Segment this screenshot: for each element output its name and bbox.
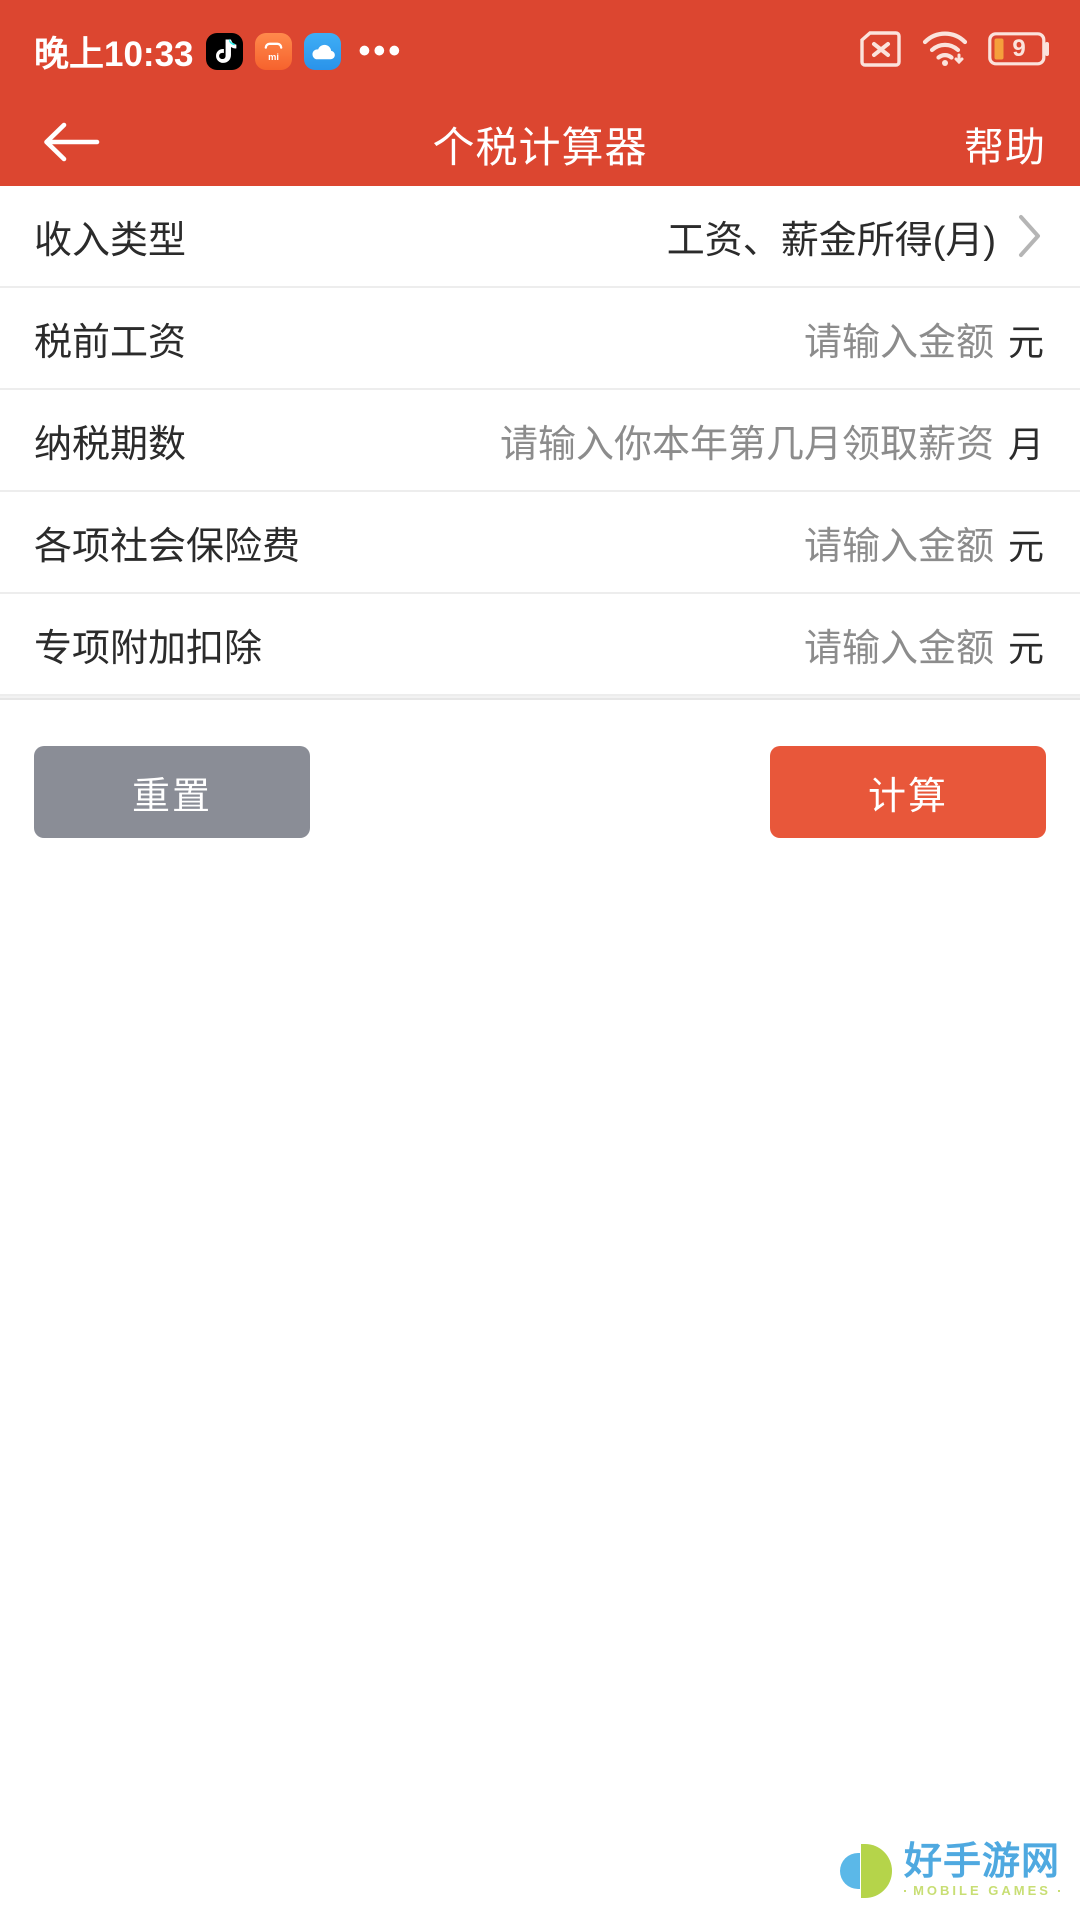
- chevron-right-icon: [1014, 212, 1044, 260]
- svg-text:mi: mi: [268, 51, 279, 61]
- row-value-group: 请输入金额 元: [804, 515, 1044, 570]
- no-sim-icon: [858, 30, 902, 72]
- tax-period-unit: 月: [1007, 423, 1044, 465]
- watermark-rule-left: [903, 1889, 907, 1892]
- row-value-group: 工资、薪金所得(月): [667, 209, 996, 264]
- site-watermark: 好手游网 MOBILE GAMES: [839, 1841, 1061, 1898]
- row-value-group: 请输入金额 元: [804, 311, 1044, 366]
- app-header: 晚上10:33 mi ••• 9 个税计算器 帮助: [0, 0, 1080, 186]
- form-row-income-type[interactable]: 收入类型 工资、薪金所得(月): [0, 186, 1080, 288]
- income-type-value: 工资、薪金所得(月): [666, 219, 996, 262]
- row-label: 收入类型: [34, 219, 187, 262]
- social-insurance-unit: 元: [1007, 525, 1044, 567]
- back-button[interactable]: [34, 107, 108, 181]
- row-label: 纳税期数: [34, 423, 187, 466]
- back-arrow-icon: [40, 120, 102, 169]
- mi-store-icon: mi: [254, 32, 292, 70]
- page-title: 个税计算器: [432, 123, 648, 171]
- navigation-bar: 个税计算器 帮助: [0, 102, 1080, 186]
- app-screen: 晚上10:33 mi ••• 9 个税计算器 帮助 收入类型 工资、薪金所得(月…: [0, 0, 1080, 1920]
- cloud-icon: [303, 32, 341, 70]
- tax-form-list: 收入类型 工资、薪金所得(月) 税前工资 请输入金额 元 纳税期数 请输入你本年…: [0, 186, 1080, 700]
- pretax-salary-input[interactable]: 请输入金额: [804, 311, 994, 366]
- watermark-text: 好手游网 MOBILE GAMES: [903, 1841, 1061, 1898]
- form-row-special-deduction[interactable]: 专项附加扣除 请输入金额 元: [0, 594, 1080, 696]
- watermark-rule-right: [1057, 1889, 1061, 1892]
- status-clock: 晚上10:33: [34, 34, 194, 74]
- pretax-salary-unit: 元: [1007, 321, 1044, 363]
- form-row-social-insurance[interactable]: 各项社会保险费 请输入金额 元: [0, 492, 1080, 594]
- watermark-brand-en-row: MOBILE GAMES: [903, 1883, 1061, 1898]
- status-bar: 晚上10:33 mi ••• 9: [0, 0, 1080, 102]
- watermark-brand-en: MOBILE GAMES: [913, 1883, 1051, 1898]
- wifi-icon: [921, 30, 969, 73]
- form-row-tax-period[interactable]: 纳税期数 请输入你本年第几月领取薪资 月: [0, 390, 1080, 492]
- social-insurance-input[interactable]: 请输入金额: [804, 515, 994, 570]
- tiktok-icon: [205, 32, 243, 70]
- form-row-pretax-salary[interactable]: 税前工资 请输入金额 元: [0, 288, 1080, 390]
- help-button[interactable]: 帮助: [964, 115, 1050, 173]
- row-label: 各项社会保险费: [34, 525, 301, 568]
- row-value-group: 请输入金额 元: [804, 617, 1044, 672]
- action-button-bar: 重置 计算: [0, 700, 1080, 838]
- special-deduction-input[interactable]: 请输入金额: [804, 617, 994, 672]
- battery-level-text: 9: [1012, 34, 1026, 62]
- row-value-group: 请输入你本年第几月领取薪资 月: [500, 413, 1044, 468]
- watermark-brand-cn: 好手游网: [903, 1841, 1060, 1883]
- main-content: 收入类型 工资、薪金所得(月) 税前工资 请输入金额 元 纳税期数 请输入你本年…: [0, 186, 1080, 838]
- row-label: 专项附加扣除: [34, 627, 263, 670]
- watermark-logo-icon: [839, 1843, 892, 1898]
- calculate-button[interactable]: 计算: [770, 746, 1046, 838]
- more-notifications-icon: •••: [358, 32, 404, 70]
- row-label: 税前工资: [34, 321, 187, 364]
- status-bar-left: 晚上10:33 mi •••: [34, 26, 403, 77]
- status-bar-right: 9: [858, 30, 1050, 73]
- battery-icon: 9: [988, 31, 1050, 71]
- tax-period-input[interactable]: 请输入你本年第几月领取薪资: [500, 413, 994, 468]
- special-deduction-unit: 元: [1007, 627, 1044, 669]
- reset-button[interactable]: 重置: [34, 746, 310, 838]
